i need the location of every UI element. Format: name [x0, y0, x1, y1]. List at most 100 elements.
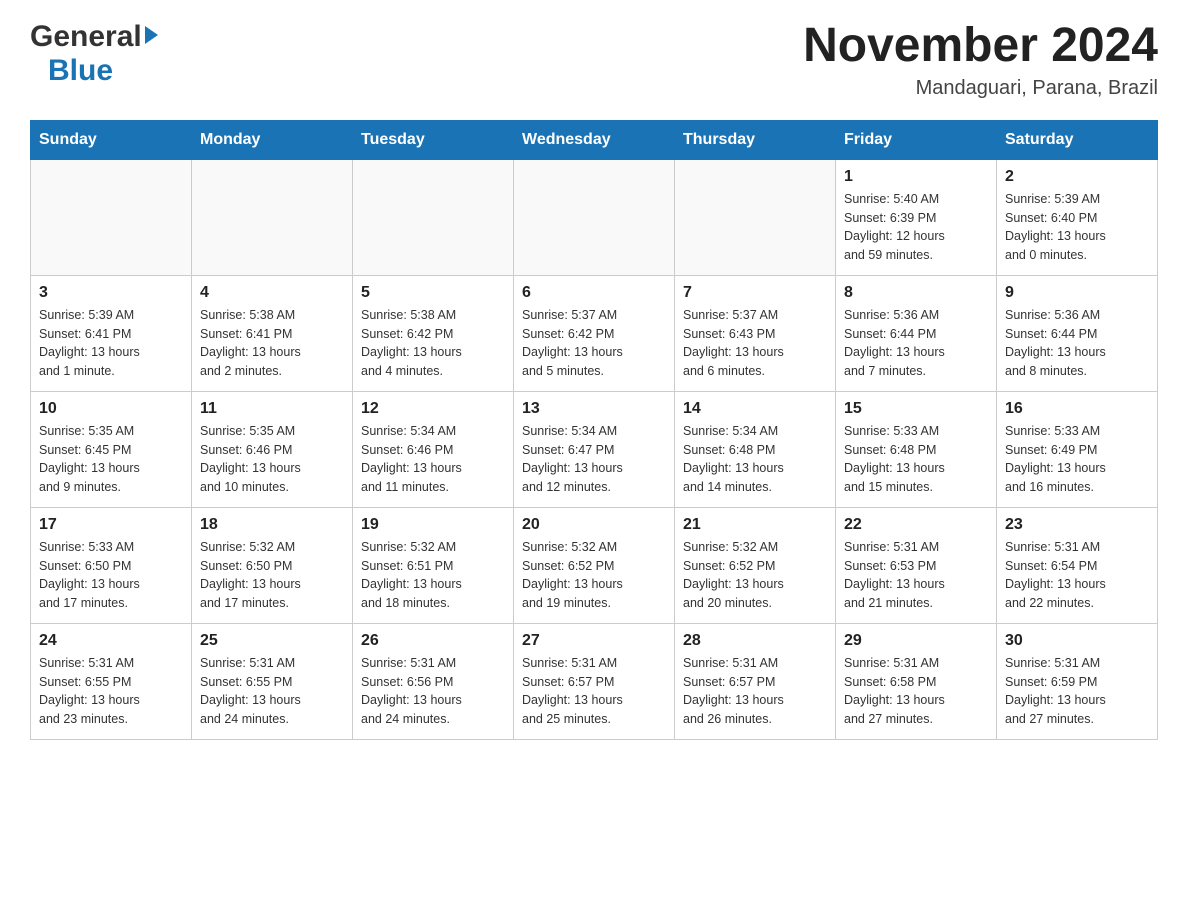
day-info: Sunrise: 5:31 AMSunset: 6:57 PMDaylight:…	[683, 654, 827, 729]
day-info: Sunrise: 5:39 AMSunset: 6:40 PMDaylight:…	[1005, 190, 1149, 265]
day-info: Sunrise: 5:31 AMSunset: 6:57 PMDaylight:…	[522, 654, 666, 729]
day-cell: 23Sunrise: 5:31 AMSunset: 6:54 PMDayligh…	[997, 507, 1158, 623]
day-number: 29	[844, 632, 988, 650]
day-number: 9	[1005, 284, 1149, 302]
day-info: Sunrise: 5:31 AMSunset: 6:53 PMDaylight:…	[844, 538, 988, 613]
day-info: Sunrise: 5:38 AMSunset: 6:41 PMDaylight:…	[200, 306, 344, 381]
title-area: November 2024 Mandaguari, Parana, Brazil	[803, 20, 1158, 100]
day-info: Sunrise: 5:32 AMSunset: 6:52 PMDaylight:…	[522, 538, 666, 613]
day-cell: 3 Sunrise: 5:39 AMSunset: 6:41 PMDaylight…	[31, 275, 192, 391]
day-cell: 19 Sunrise: 5:32 AMSunset: 6:51 PMDayligh…	[353, 507, 514, 623]
week-row-4: 17Sunrise: 5:33 AMSunset: 6:50 PMDayligh…	[31, 507, 1158, 623]
logo: General Blue	[30, 20, 158, 88]
day-cell: 14 Sunrise: 5:34 AMSunset: 6:48 PMDayligh…	[675, 391, 836, 507]
day-number: 23	[1005, 516, 1149, 534]
day-cell	[675, 159, 836, 275]
header-tuesday: Tuesday	[353, 120, 514, 159]
logo-triangle-icon	[145, 26, 158, 44]
week-row-1: 1Sunrise: 5:40 AMSunset: 6:39 PMDaylight…	[31, 159, 1158, 275]
day-info: Sunrise: 5:33 AMSunset: 6:48 PMDaylight:…	[844, 422, 988, 497]
day-cell: 18 Sunrise: 5:32 AMSunset: 6:50 PMDayligh…	[192, 507, 353, 623]
location: Mandaguari, Parana, Brazil	[803, 77, 1158, 100]
day-cell: 1Sunrise: 5:40 AMSunset: 6:39 PMDaylight…	[836, 159, 997, 275]
logo-blue-text: Blue	[48, 54, 113, 87]
day-number: 21	[683, 516, 827, 534]
day-cell: 28 Sunrise: 5:31 AMSunset: 6:57 PMDayligh…	[675, 623, 836, 739]
day-number: 28	[683, 632, 827, 650]
day-info: Sunrise: 5:35 AMSunset: 6:45 PMDaylight:…	[39, 422, 183, 497]
day-info: Sunrise: 5:34 AMSunset: 6:47 PMDaylight:…	[522, 422, 666, 497]
day-cell: 9 Sunrise: 5:36 AMSunset: 6:44 PMDaylight…	[997, 275, 1158, 391]
day-cell: 24Sunrise: 5:31 AMSunset: 6:55 PMDayligh…	[31, 623, 192, 739]
calendar-header-row: SundayMondayTuesdayWednesdayThursdayFrid…	[31, 120, 1158, 159]
day-info: Sunrise: 5:32 AMSunset: 6:52 PMDaylight:…	[683, 538, 827, 613]
day-cell: 30 Sunrise: 5:31 AMSunset: 6:59 PMDayligh…	[997, 623, 1158, 739]
day-cell	[514, 159, 675, 275]
day-number: 3	[39, 284, 183, 302]
day-cell: 2 Sunrise: 5:39 AMSunset: 6:40 PMDaylight…	[997, 159, 1158, 275]
day-number: 19	[361, 516, 505, 534]
week-row-3: 10 Sunrise: 5:35 AMSunset: 6:45 PMDayligh…	[31, 391, 1158, 507]
day-info: Sunrise: 5:31 AMSunset: 6:58 PMDaylight:…	[844, 654, 988, 729]
day-number: 16	[1005, 400, 1149, 418]
day-info: Sunrise: 5:34 AMSunset: 6:46 PMDaylight:…	[361, 422, 505, 497]
day-cell: 13 Sunrise: 5:34 AMSunset: 6:47 PMDayligh…	[514, 391, 675, 507]
day-number: 1	[844, 168, 988, 186]
day-info: Sunrise: 5:38 AMSunset: 6:42 PMDaylight:…	[361, 306, 505, 381]
day-cell: 8Sunrise: 5:36 AMSunset: 6:44 PMDaylight…	[836, 275, 997, 391]
day-cell: 29 Sunrise: 5:31 AMSunset: 6:58 PMDayligh…	[836, 623, 997, 739]
header-friday: Friday	[836, 120, 997, 159]
calendar-table: SundayMondayTuesdayWednesdayThursdayFrid…	[30, 120, 1158, 740]
day-cell: 11 Sunrise: 5:35 AMSunset: 6:46 PMDayligh…	[192, 391, 353, 507]
day-info: Sunrise: 5:36 AMSunset: 6:44 PMDaylight:…	[1005, 306, 1149, 381]
day-number: 7	[683, 284, 827, 302]
day-number: 27	[522, 632, 666, 650]
day-number: 30	[1005, 632, 1149, 650]
day-cell: 5 Sunrise: 5:38 AMSunset: 6:42 PMDaylight…	[353, 275, 514, 391]
day-number: 10	[39, 400, 183, 418]
day-info: Sunrise: 5:33 AMSunset: 6:49 PMDaylight:…	[1005, 422, 1149, 497]
header-wednesday: Wednesday	[514, 120, 675, 159]
day-info: Sunrise: 5:39 AMSunset: 6:41 PMDaylight:…	[39, 306, 183, 381]
day-cell: 22Sunrise: 5:31 AMSunset: 6:53 PMDayligh…	[836, 507, 997, 623]
month-title: November 2024	[803, 20, 1158, 73]
day-cell	[353, 159, 514, 275]
day-number: 12	[361, 400, 505, 418]
day-number: 6	[522, 284, 666, 302]
day-info: Sunrise: 5:35 AMSunset: 6:46 PMDaylight:…	[200, 422, 344, 497]
day-number: 25	[200, 632, 344, 650]
logo-general-text: General	[30, 20, 142, 54]
header: General Blue November 2024 Mandaguari, P…	[30, 20, 1158, 100]
day-info: Sunrise: 5:31 AMSunset: 6:59 PMDaylight:…	[1005, 654, 1149, 729]
day-cell: 17Sunrise: 5:33 AMSunset: 6:50 PMDayligh…	[31, 507, 192, 623]
day-cell: 25Sunrise: 5:31 AMSunset: 6:55 PMDayligh…	[192, 623, 353, 739]
header-thursday: Thursday	[675, 120, 836, 159]
day-cell: 12 Sunrise: 5:34 AMSunset: 6:46 PMDayligh…	[353, 391, 514, 507]
day-info: Sunrise: 5:32 AMSunset: 6:50 PMDaylight:…	[200, 538, 344, 613]
day-info: Sunrise: 5:34 AMSunset: 6:48 PMDaylight:…	[683, 422, 827, 497]
day-number: 11	[200, 400, 344, 418]
header-monday: Monday	[192, 120, 353, 159]
day-cell	[31, 159, 192, 275]
day-number: 24	[39, 632, 183, 650]
day-number: 26	[361, 632, 505, 650]
day-cell: 4Sunrise: 5:38 AMSunset: 6:41 PMDaylight…	[192, 275, 353, 391]
day-number: 2	[1005, 168, 1149, 186]
day-info: Sunrise: 5:37 AMSunset: 6:42 PMDaylight:…	[522, 306, 666, 381]
day-info: Sunrise: 5:33 AMSunset: 6:50 PMDaylight:…	[39, 538, 183, 613]
day-info: Sunrise: 5:32 AMSunset: 6:51 PMDaylight:…	[361, 538, 505, 613]
week-row-2: 3 Sunrise: 5:39 AMSunset: 6:41 PMDaylight…	[31, 275, 1158, 391]
day-number: 8	[844, 284, 988, 302]
day-info: Sunrise: 5:37 AMSunset: 6:43 PMDaylight:…	[683, 306, 827, 381]
day-cell: 27 Sunrise: 5:31 AMSunset: 6:57 PMDayligh…	[514, 623, 675, 739]
day-number: 18	[200, 516, 344, 534]
header-sunday: Sunday	[31, 120, 192, 159]
day-cell: 15Sunrise: 5:33 AMSunset: 6:48 PMDayligh…	[836, 391, 997, 507]
day-number: 5	[361, 284, 505, 302]
day-number: 13	[522, 400, 666, 418]
day-cell: 21 Sunrise: 5:32 AMSunset: 6:52 PMDayligh…	[675, 507, 836, 623]
day-cell: 26 Sunrise: 5:31 AMSunset: 6:56 PMDayligh…	[353, 623, 514, 739]
day-info: Sunrise: 5:31 AMSunset: 6:56 PMDaylight:…	[361, 654, 505, 729]
day-number: 14	[683, 400, 827, 418]
day-cell: 10 Sunrise: 5:35 AMSunset: 6:45 PMDayligh…	[31, 391, 192, 507]
